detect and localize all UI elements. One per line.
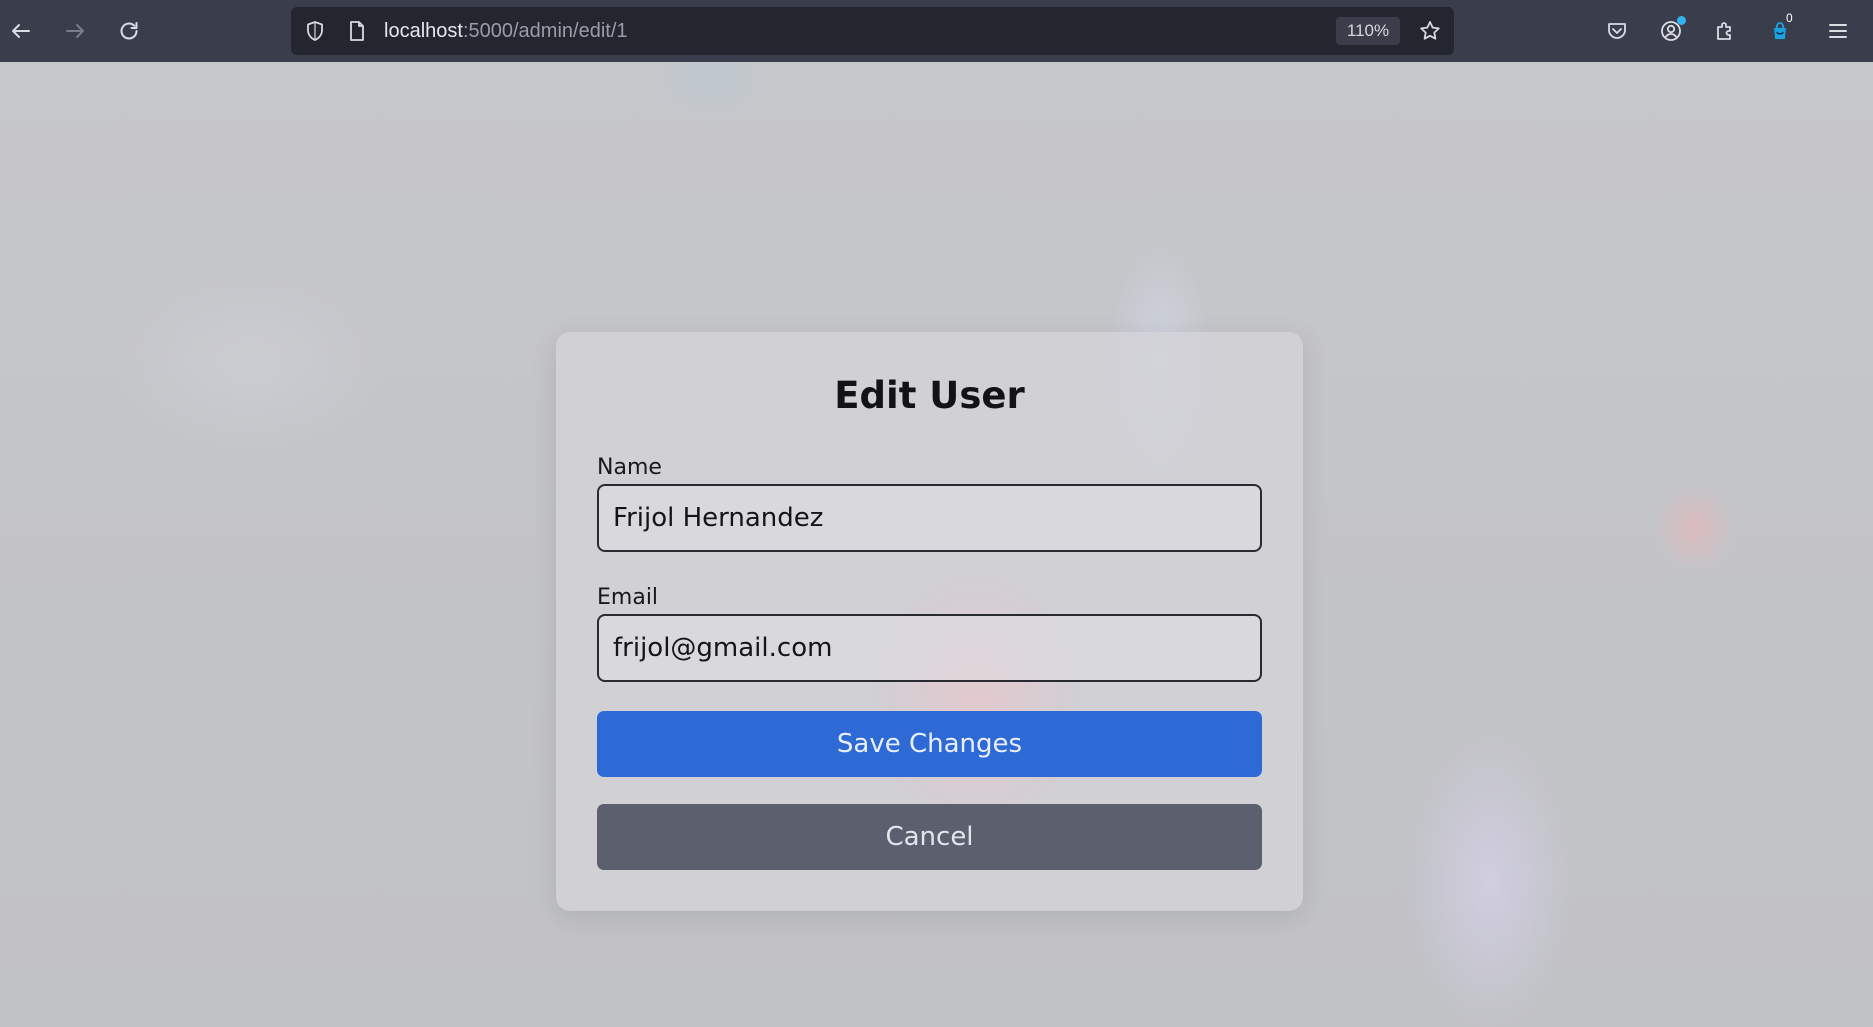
name-field[interactable] bbox=[597, 484, 1262, 552]
email-label: Email bbox=[597, 585, 659, 610]
email-field[interactable] bbox=[597, 614, 1262, 682]
extension-count-badge: 0 bbox=[1786, 11, 1793, 25]
reload-button[interactable] bbox=[111, 13, 147, 49]
star-icon[interactable] bbox=[1418, 19, 1442, 43]
save-changes-button[interactable]: Save Changes bbox=[597, 711, 1262, 777]
url-path: :5000/admin/edit/1 bbox=[462, 20, 628, 42]
shield-icon[interactable] bbox=[303, 19, 327, 43]
hamburger-menu-icon bbox=[1829, 24, 1847, 38]
cancel-button[interactable]: Cancel bbox=[597, 804, 1262, 870]
pocket-button[interactable] bbox=[1599, 13, 1635, 49]
page-title: Edit User bbox=[834, 374, 1025, 417]
url-text[interactable]: localhost:5000/admin/edit/1 bbox=[384, 19, 628, 43]
edit-user-card: Edit User Name Email Save Changes Cancel bbox=[556, 332, 1303, 911]
back-button[interactable] bbox=[3, 13, 39, 49]
extensions-button[interactable] bbox=[1707, 13, 1743, 49]
arrow-left-icon bbox=[12, 24, 30, 38]
puzzle-icon bbox=[1717, 22, 1731, 40]
browser-toolbar: localhost:5000/admin/edit/1 110% 0 bbox=[0, 0, 1873, 62]
page-icon[interactable] bbox=[345, 19, 369, 43]
url-bar[interactable]: localhost:5000/admin/edit/1 110% bbox=[291, 7, 1454, 55]
name-label: Name bbox=[597, 455, 662, 480]
page-background: Edit User Name Email Save Changes Cancel bbox=[0, 62, 1873, 1027]
zoom-level-button[interactable]: 110% bbox=[1336, 17, 1400, 45]
url-host: localhost bbox=[384, 20, 463, 42]
menu-button[interactable] bbox=[1820, 13, 1856, 49]
arrow-right-icon bbox=[66, 24, 84, 38]
extension-button[interactable]: 0 bbox=[1762, 11, 1798, 49]
account-button[interactable] bbox=[1653, 13, 1689, 49]
account-notification-dot bbox=[1677, 16, 1686, 25]
forward-button[interactable] bbox=[57, 13, 93, 49]
reload-icon bbox=[120, 22, 138, 40]
pocket-icon bbox=[1608, 23, 1626, 39]
